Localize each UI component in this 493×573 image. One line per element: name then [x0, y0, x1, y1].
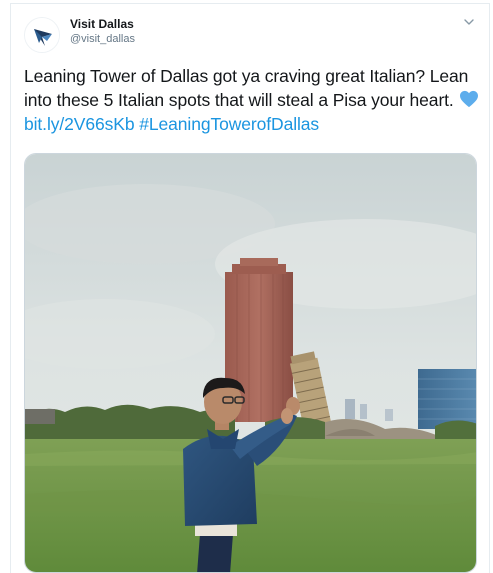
- chevron-down-icon[interactable]: [463, 16, 475, 28]
- leaning-tower-photo: [25, 154, 476, 572]
- avatar[interactable]: [24, 17, 60, 53]
- tweet-card[interactable]: Visit Dallas @visit_dallas Leaning Tower…: [10, 3, 490, 573]
- visit-dallas-logo-icon: [25, 18, 59, 52]
- tweet-text: Leaning Tower of Dallas got ya craving g…: [24, 64, 484, 136]
- hashtag-link[interactable]: #LeaningTowerofDallas: [139, 114, 319, 134]
- tweet-link[interactable]: bit.ly/2V66sKb: [24, 114, 135, 134]
- tweet-body-text: Leaning Tower of Dallas got ya craving g…: [24, 66, 469, 110]
- tweet-header: Visit Dallas @visit_dallas: [11, 4, 489, 54]
- blue-heart-icon: [460, 90, 479, 108]
- tweet-photo[interactable]: [24, 153, 477, 573]
- display-name[interactable]: Visit Dallas: [70, 17, 134, 31]
- user-handle[interactable]: @visit_dallas: [70, 33, 135, 45]
